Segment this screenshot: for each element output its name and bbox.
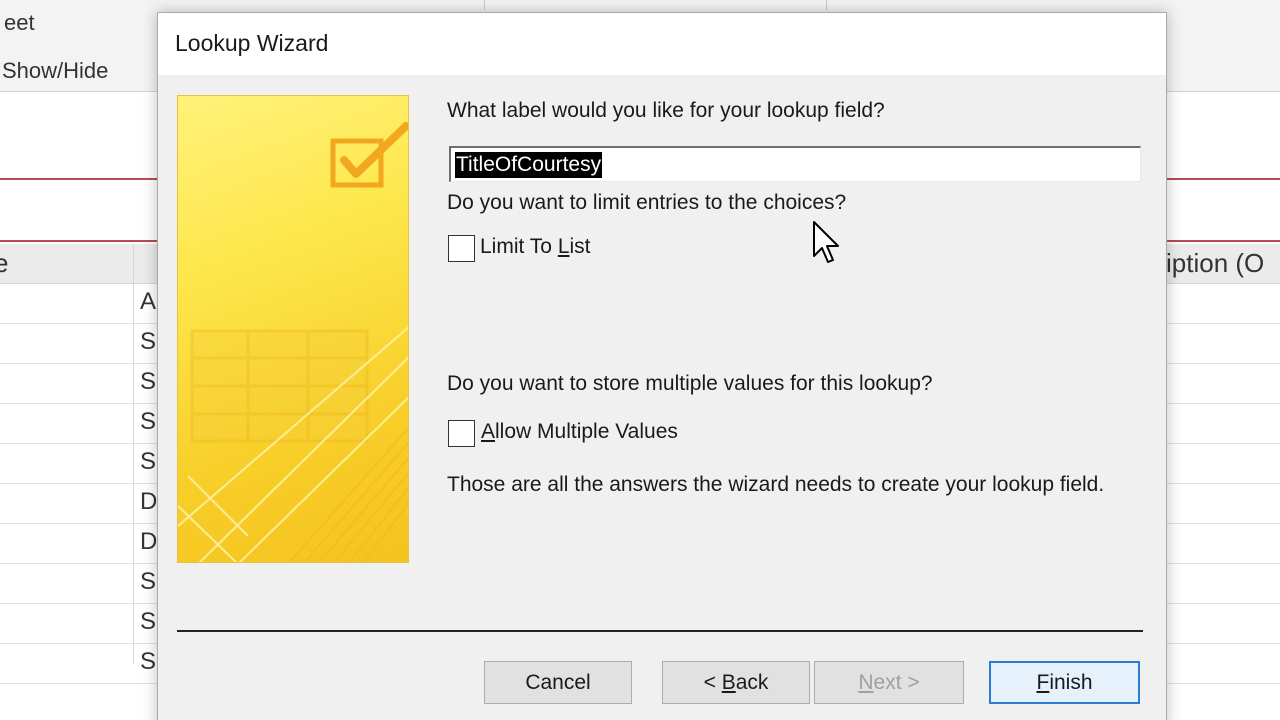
data-type-cell: S — [140, 608, 157, 635]
data-type-cell: A — [140, 288, 157, 315]
wizard-illustration-graphic — [178, 122, 408, 562]
dialog-title-bar[interactable]: Lookup Wizard — [158, 13, 1166, 75]
finish-button[interactable]: Finish — [989, 661, 1140, 704]
button-area-separator — [177, 630, 1143, 632]
checkbox-check-icon — [330, 122, 408, 188]
data-type-cell: S — [140, 368, 157, 395]
wizard-illustration — [177, 95, 409, 563]
column-header-description[interactable]: iption (O — [1166, 248, 1264, 279]
back-button[interactable]: < Back — [662, 661, 810, 704]
ribbon-separator — [484, 0, 485, 10]
ribbon-group-label-sheet: eet — [4, 10, 35, 35]
ribbon-separator — [826, 0, 827, 10]
data-type-cell: S — [140, 408, 157, 435]
column-header-field-name[interactable]: e — [0, 248, 8, 279]
allow-multiple-values-checkbox[interactable] — [448, 420, 475, 447]
next-button[interactable]: Next > — [814, 661, 964, 704]
label-question: What label would you like for your looku… — [447, 99, 885, 122]
allow-multiple-values-label[interactable]: Allow Multiple Values — [481, 420, 678, 444]
data-type-cell: D — [140, 488, 158, 515]
data-type-cell: S — [140, 328, 157, 355]
limit-to-list-label[interactable]: Limit To List — [480, 235, 591, 259]
limit-to-list-checkbox[interactable] — [448, 235, 475, 262]
mouse-pointer-icon — [813, 221, 839, 263]
multiple-values-question: Do you want to store multiple values for… — [447, 372, 933, 395]
ribbon-group-show-hide[interactable]: Show/Hide — [2, 58, 108, 84]
lookup-label-input[interactable]: TitleOfCourtesy — [449, 146, 1141, 182]
limit-question: Do you want to limit entries to the choi… — [447, 191, 847, 214]
wizard-summary-text: Those are all the answers the wizard nee… — [447, 473, 1105, 496]
data-type-cell: D — [140, 528, 158, 555]
dialog-title: Lookup Wizard — [175, 30, 329, 56]
data-type-cell: S — [140, 648, 157, 675]
data-type-cell: S — [140, 448, 157, 475]
lookup-wizard-dialog: Lookup Wizard What label would you like … — [157, 12, 1167, 720]
decorative-hatching — [288, 426, 408, 562]
lookup-label-value: TitleOfCourtesy — [455, 152, 603, 178]
data-type-cell: S — [140, 568, 157, 595]
cancel-button[interactable]: Cancel — [484, 661, 632, 704]
